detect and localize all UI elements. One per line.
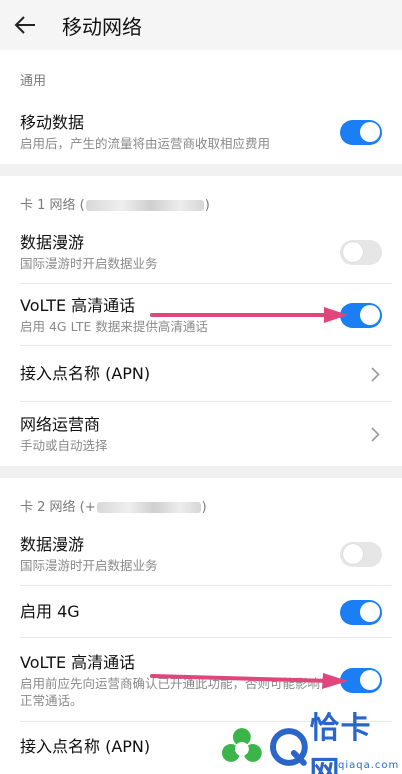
sim2-4g-title: 启用 4G xyxy=(20,602,80,621)
app-header: 移动网络 xyxy=(0,0,402,50)
sim2-label-suffix: ) xyxy=(201,500,207,515)
watermark-subtext: qiaqa.com xyxy=(338,760,400,771)
annotation-arrow-icon xyxy=(150,673,348,689)
section-label-sim1: 卡 1 网络 () xyxy=(0,176,402,220)
row-sim1-apn[interactable]: 接入点名称 (APN) xyxy=(0,346,402,402)
sim1-roaming-title: 数据漫游 xyxy=(20,233,85,252)
arrow-left-icon xyxy=(14,16,35,34)
sim1-roaming-subtitle: 国际漫游时开启数据业务 xyxy=(20,256,158,271)
sim1-label-prefix: 卡 1 网络 ( xyxy=(20,198,85,213)
sim2-roaming-subtitle: 国际漫游时开启数据业务 xyxy=(20,558,158,573)
section-divider xyxy=(0,466,402,478)
sim1-label-suffix: ) xyxy=(204,198,210,213)
sim1-operator-subtitle: 手动或自动选择 xyxy=(20,438,108,453)
section-label-sim2: 卡 2 网络 (+) xyxy=(0,478,402,522)
row-sim1-operator[interactable]: 网络运营商 手动或自动选择 xyxy=(0,402,402,466)
watermark-logo-icon xyxy=(221,728,262,762)
sim1-roaming-toggle[interactable] xyxy=(340,239,382,265)
annotation-arrow-icon xyxy=(150,307,348,323)
sim2-roaming-toggle[interactable] xyxy=(340,541,382,567)
page-title: 移动网络 xyxy=(62,14,142,39)
sim2-roaming-title: 数据漫游 xyxy=(20,535,85,554)
sim1-operator-title: 网络运营商 xyxy=(20,415,101,434)
sim2-4g-toggle[interactable] xyxy=(340,599,382,625)
watermark-q-icon xyxy=(269,728,308,766)
chevron-right-icon xyxy=(368,364,382,384)
back-button[interactable] xyxy=(14,10,44,40)
chevron-right-icon xyxy=(368,424,382,444)
sim2-label-prefix: 卡 2 网络 (+ xyxy=(20,500,96,515)
watermark: 恰卡网 qiaqa.com xyxy=(212,711,402,774)
row-mobile-data[interactable]: 移动数据 启用后，产生的流量将由运营商收取相应费用 xyxy=(0,100,402,164)
section-divider xyxy=(0,164,402,176)
mobile-data-subtitle: 启用后，产生的流量将由运营商收取相应费用 xyxy=(20,136,271,151)
mobile-data-title: 移动数据 xyxy=(20,113,85,132)
row-sim2-roaming[interactable]: 数据漫游 国际漫游时开启数据业务 xyxy=(0,522,402,586)
redacted-number xyxy=(85,200,204,211)
row-sim1-roaming[interactable]: 数据漫游 国际漫游时开启数据业务 xyxy=(0,220,402,284)
sim1-apn-title: 接入点名称 (APN) xyxy=(20,364,151,383)
mobile-data-toggle[interactable] xyxy=(340,119,382,145)
redacted-number xyxy=(96,502,201,513)
row-sim2-4g[interactable]: 启用 4G xyxy=(0,586,402,638)
section-label-general: 通用 xyxy=(20,74,47,89)
